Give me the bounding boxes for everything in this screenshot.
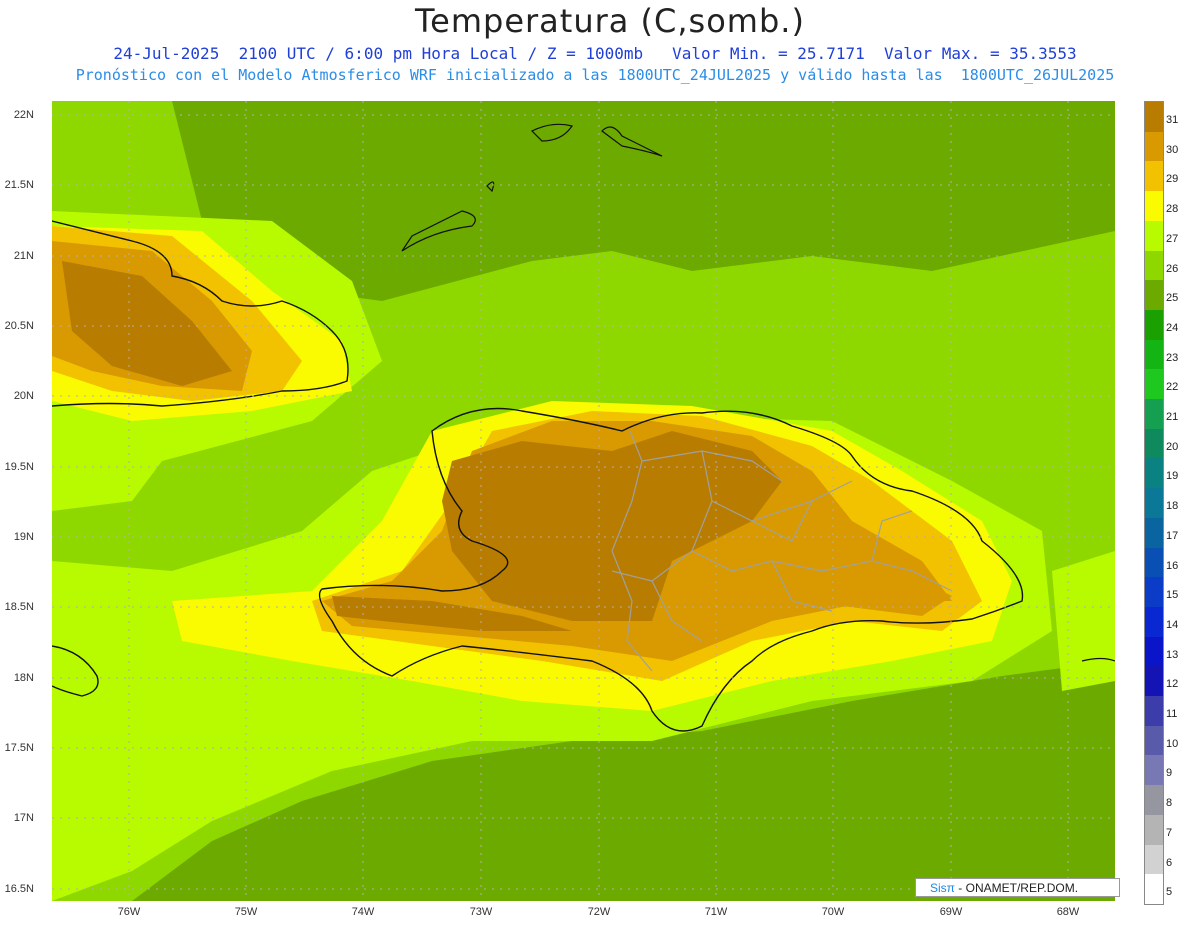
colorbar-label: 19 <box>1166 470 1179 483</box>
colorbar-segment <box>1145 547 1163 578</box>
colorbar-segment <box>1145 517 1163 549</box>
lon-label: 74W <box>351 906 375 918</box>
colorbar-segment <box>1145 755 1163 786</box>
colorbar-segment <box>1145 666 1163 697</box>
colorbar-segment <box>1145 250 1163 281</box>
colorbar-segment <box>1145 696 1163 727</box>
colorbar-segment <box>1145 399 1163 430</box>
colorbar-segment <box>1145 369 1163 400</box>
temperature-map <box>52 101 1115 901</box>
lat-label: 18.5N <box>4 601 34 613</box>
lon-label: 72W <box>587 906 611 918</box>
colorbar-label: 16 <box>1166 559 1179 572</box>
colorbar-segment <box>1145 191 1163 222</box>
colorbar-segment <box>1145 309 1163 341</box>
colorbar-label: 21 <box>1166 411 1179 424</box>
colorbar-label: 14 <box>1166 618 1179 631</box>
lat-label: 19N <box>13 531 34 543</box>
subtitle-model-info: Pronóstico con el Modelo Atmosferico WRF… <box>75 66 1115 84</box>
lat-label: 19.5N <box>4 461 34 473</box>
colorbar-segment <box>1145 636 1163 667</box>
colorbar-label: 15 <box>1166 589 1179 602</box>
colorbar-segment <box>1145 161 1163 192</box>
lat-label: 17.5N <box>4 742 34 754</box>
colorbar-label: 12 <box>1166 678 1179 691</box>
colorbar-label: 6 <box>1166 856 1173 869</box>
colorbar-label: 13 <box>1166 648 1179 661</box>
colorbar-segment <box>1145 488 1163 519</box>
colorbar-segment <box>1145 785 1163 816</box>
colorbar-label: 24 <box>1166 321 1179 334</box>
lat-label: 20.5N <box>4 320 34 332</box>
colorbar-label: 25 <box>1166 292 1179 305</box>
colorbar-label: 7 <box>1166 826 1173 839</box>
lon-label: 71W <box>704 906 728 918</box>
lon-label: 69W <box>939 906 963 918</box>
colorbar-label: 29 <box>1166 173 1179 186</box>
lat-label: 22N <box>13 109 34 121</box>
colorbar-segment <box>1145 428 1163 459</box>
warm-sea-east <box>1052 551 1115 691</box>
lon-label: 76W <box>117 906 141 918</box>
colorbar-label: 22 <box>1166 381 1179 394</box>
colorbar-label: 8 <box>1166 797 1173 810</box>
colorbar-label: 20 <box>1166 440 1179 453</box>
colorbar-segment <box>1145 458 1163 489</box>
colorbar-label: 9 <box>1166 767 1173 780</box>
lat-label: 21.5N <box>4 179 34 191</box>
lon-label: 70W <box>821 906 845 918</box>
colorbar-label: 17 <box>1166 529 1179 542</box>
colorbar-label: 5 <box>1166 886 1173 899</box>
lon-label: 75W <box>234 906 258 918</box>
lon-label: 68W <box>1056 906 1080 918</box>
colorbar-segment <box>1145 339 1163 370</box>
colorbar-segment <box>1145 844 1163 875</box>
lat-label: 21N <box>13 250 34 262</box>
brand-logo: Sisπ <box>930 881 955 895</box>
subtitle-valid-time: 24-Jul-2025 2100 UTC / 6:00 pm Hora Loca… <box>113 44 1077 63</box>
colorbar-label: 10 <box>1166 737 1179 750</box>
lat-label: 20N <box>13 390 34 402</box>
map-title: Temperatura (C,somb.) <box>415 2 805 40</box>
colorbar-label: 27 <box>1166 232 1179 245</box>
colorbar-label: 31 <box>1166 114 1179 126</box>
colorbar-label: 23 <box>1166 351 1179 364</box>
colorbar-label: 30 <box>1166 143 1179 156</box>
colorbar-segment <box>1145 131 1163 162</box>
colorbar-segment <box>1145 577 1163 608</box>
credit-text: - ONAMET/REP.DOM. <box>954 881 1079 895</box>
colorbar-label: 28 <box>1166 203 1179 216</box>
lat-label: 17N <box>13 812 34 824</box>
temperature-colorbar <box>1144 101 1164 905</box>
colorbar-label: 11 <box>1166 708 1178 721</box>
colorbar-segment <box>1145 220 1163 252</box>
colorbar-label: 18 <box>1166 500 1179 513</box>
lat-label: 16.5N <box>4 883 34 895</box>
colorbar-segment <box>1145 874 1163 905</box>
colorbar-segment <box>1145 102 1163 133</box>
colorbar-label: 26 <box>1166 262 1179 275</box>
credit-box: Sisπ - ONAMET/REP.DOM. <box>915 878 1120 897</box>
lon-label: 73W <box>469 906 493 918</box>
colorbar-segment <box>1145 280 1163 311</box>
lat-label: 18N <box>13 672 34 684</box>
colorbar-segment <box>1145 606 1163 638</box>
colorbar-segment <box>1145 725 1163 756</box>
colorbar-segment <box>1145 814 1163 846</box>
